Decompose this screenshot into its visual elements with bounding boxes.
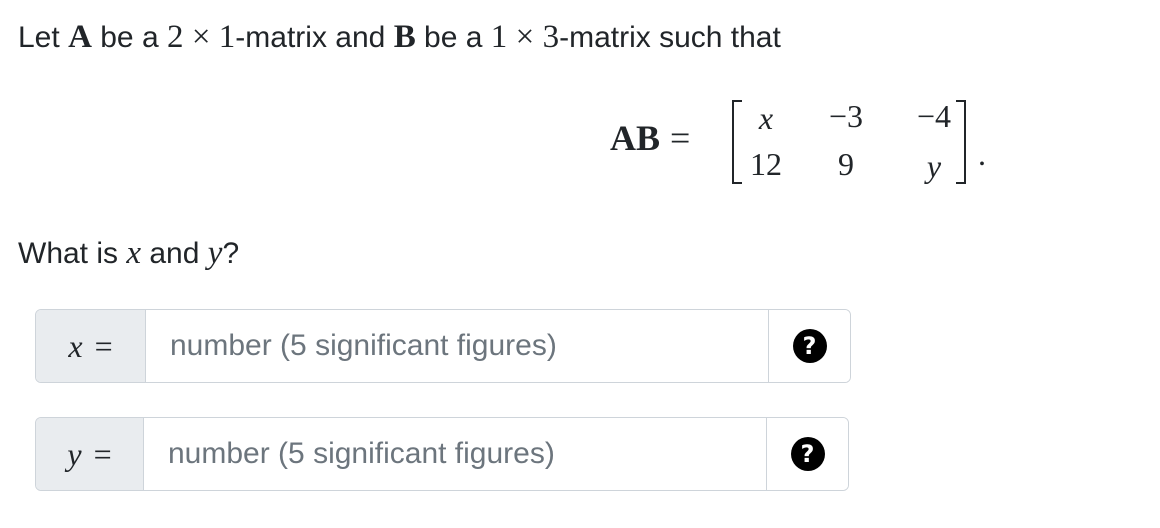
equation-lhs: AB = bbox=[610, 118, 690, 158]
matrix-cell-r1c1: x bbox=[758, 100, 774, 136]
variable-y: y bbox=[207, 235, 223, 271]
matrix-cell-r2c3: y bbox=[926, 148, 942, 184]
times-symbol: × bbox=[515, 19, 535, 55]
answer-y-help-button[interactable]: ? bbox=[766, 418, 848, 490]
answer-x-label: x = bbox=[36, 310, 146, 382]
variable-x-label: x bbox=[68, 327, 83, 364]
equals-sign: = bbox=[670, 118, 691, 158]
answer-y-input[interactable] bbox=[144, 418, 766, 490]
question-circle-icon: ? bbox=[790, 437, 825, 471]
product-ab: AB bbox=[610, 118, 661, 158]
matrix-a-cols: 1 bbox=[218, 19, 236, 55]
matrix-a-rows: 2 bbox=[166, 19, 184, 55]
matrix-b-rows: 1 bbox=[490, 19, 508, 55]
question-mark: ? bbox=[222, 237, 240, 270]
times-symbol: × bbox=[191, 19, 211, 55]
text-matrix-and: -matrix and bbox=[235, 21, 386, 54]
matrix-a-symbol: A bbox=[68, 19, 92, 55]
text-be-a: be a bbox=[100, 21, 159, 54]
matrix-cell-r2c1: 12 bbox=[750, 146, 782, 182]
matrix-cell-r2c2: 9 bbox=[838, 146, 854, 182]
text-let: Let bbox=[18, 21, 60, 54]
right-bracket bbox=[956, 100, 966, 184]
variable-y-label: y bbox=[67, 435, 82, 472]
matrix-b-cols: 3 bbox=[542, 19, 560, 55]
matrix-b-symbol: B bbox=[393, 19, 416, 55]
matrix-cell-r1c2: −3 bbox=[828, 98, 864, 134]
matrix-cell-r1c3: −4 bbox=[916, 98, 952, 134]
text-what-is: What is bbox=[18, 237, 119, 270]
equation-period: . bbox=[978, 136, 986, 172]
text-be-a: be a bbox=[424, 21, 483, 54]
answer-y-label: y = bbox=[36, 418, 144, 490]
answer-x-group: x = ? bbox=[35, 309, 851, 383]
text-matrix-such-that: -matrix such that bbox=[559, 21, 781, 54]
answer-y-group: y = ? bbox=[35, 417, 849, 491]
answer-x-input[interactable] bbox=[146, 310, 768, 382]
text-and: and bbox=[149, 237, 200, 270]
question-circle-icon: ? bbox=[792, 329, 827, 363]
question-intro: Let A be a 2 × 1-matrix and B be a 1 × 3… bbox=[18, 18, 781, 57]
equals-sign: = bbox=[93, 435, 112, 472]
equals-sign: = bbox=[94, 327, 113, 364]
variable-x: x bbox=[126, 235, 142, 271]
answer-x-help-button[interactable]: ? bbox=[768, 310, 850, 382]
question-prompt: What is x and y? bbox=[18, 234, 239, 273]
matrix-equation: AB = x −3 −4 12 9 y . bbox=[610, 96, 1000, 188]
